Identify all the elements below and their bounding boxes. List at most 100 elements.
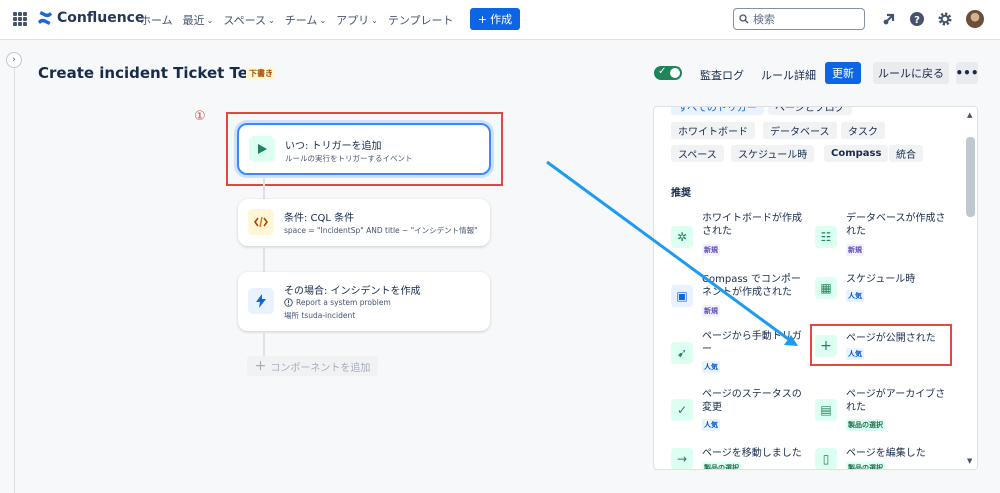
database-icon: ☷ [815,226,837,248]
nav-home[interactable]: ホーム [140,12,173,28]
condition-query: space = "IncidentSp" AND title ~ "インシデント… [284,226,478,235]
condition-card[interactable]: 条件: CQL 条件 space = "IncidentSp" AND titl… [238,199,490,246]
tile-label: ページを編集した [846,448,926,459]
annotation-highlight-box [810,324,952,366]
nav-apps[interactable]: アプリ ⌄ [336,12,378,28]
plus-icon: + [254,358,267,374]
archive-icon: ▤ [815,399,837,421]
document-icon: ▯ [815,448,837,469]
tile-label: スケジュール時 [846,274,916,285]
help-icon[interactable]: ? [908,10,926,28]
nav-spaces-label: スペース [223,14,267,27]
tile-compass-component-created[interactable]: ▣ Compass でコンポーネントが作成された 新規 [671,273,806,321]
action-location: 場所 tsuda-incident [284,311,356,320]
code-icon [248,209,274,235]
action-card[interactable]: その場合: インシデントを作成 Report a system problem … [238,272,490,331]
tag-popular: 人気 [702,361,720,373]
action-detail-row: Report a system problem [284,298,391,307]
check-icon: ✓ [658,66,667,77]
whiteboard-icon: ✲ [671,226,693,248]
chevron-down-icon: ⌄ [319,15,327,25]
filter-chip-whiteboard[interactable]: ホワイトボード [671,122,755,139]
trigger-title: いつ: トリガーを追加 [285,141,382,152]
nav-teams[interactable]: チーム ⌄ [285,12,326,28]
scrollbar-thumb[interactable] [966,137,975,217]
nav-recent[interactable]: 最近 ⌄ [183,12,214,28]
rule-details-link[interactable]: ルール詳細 [761,67,816,83]
tile-manual-trigger-from-page[interactable]: ➹ ページから手動トリガー 人気 [671,330,806,378]
cursor-click-icon: ➹ [671,342,693,364]
play-icon [249,136,275,162]
action-title: その場合: インシデントを作成 [284,286,421,297]
tile-whiteboard-created[interactable]: ✲ ホワイトボードが作成された 新規 [671,212,802,260]
filter-chip-integrations[interactable]: 統合 [889,145,923,162]
tile-label: ページがアーカイブされた [846,389,946,413]
tile-page-moved[interactable]: → ページを移動しました 製品の選択 [671,445,806,469]
nav-templates[interactable]: テンプレート [388,12,454,28]
action-request-type: Report a system problem [296,298,391,307]
top-navigation: Confluence ホーム 最近 ⌄ スペース ⌄ チーム ⌄ アプリ ⌄ テンプレー… [0,0,1000,40]
filter-chip-database[interactable]: データベース [763,122,837,139]
tile-page-status-changed[interactable]: ✓ ページのステータスの変更 人気 [671,388,806,436]
create-button[interactable]: + 作成 [470,8,520,30]
flow-connector [263,177,265,199]
tag-product-choice: 製品の選択 [846,419,885,431]
tag-popular: 人気 [846,290,864,302]
tag-product-choice: 製品の選択 [702,462,741,469]
tile-scheduled[interactable]: ▦ スケジュール時 人気 [815,273,955,321]
chevron-down-icon: ⌄ [206,15,214,25]
app-switcher-icon[interactable] [13,12,27,26]
confluence-logo[interactable]: Confluence [37,10,144,26]
trigger-picker-panel: すべてのトリガー ページとブログ ホワイトボード データベース タスク スペース… [653,106,978,470]
update-button[interactable]: 更新 [825,62,861,84]
tile-label: データベースが作成された [846,213,946,237]
flow-connector [263,331,265,356]
info-icon [284,298,293,307]
flow-connector [263,246,265,272]
notifications-icon[interactable] [880,10,898,28]
tag-new: 新規 [846,244,864,256]
back-to-rules-button[interactable]: ルールに戻る [873,62,949,84]
svg-text:?: ? [914,15,920,26]
brand-name: Confluence [57,10,145,26]
add-component-button[interactable]: + コンポーネントを追加 [247,356,378,376]
rule-enabled-toggle[interactable]: ✓ [654,66,682,80]
more-options-icon[interactable]: ••• [956,62,979,84]
search-placeholder: 検索 [753,13,775,26]
tile-label: ページを移動しました [702,448,802,459]
tile-label: Compass でコンポーネントが作成された [702,274,801,298]
tile-label: ページのステータスの変更 [702,389,802,413]
nav-templates-label: テンプレート [387,14,454,27]
filter-chip-compass[interactable]: Compass [824,145,889,162]
scroll-down-icon[interactable]: ▼ [967,457,972,465]
tag-new: 新規 [702,244,720,256]
tile-database-created[interactable]: ☷ データベースが作成された 新規 [815,212,955,260]
tile-page-archived[interactable]: ▤ ページがアーカイブされた 製品の選択 [815,388,955,436]
arrow-right-icon: → [671,448,693,469]
search-icon [739,14,749,24]
search-input[interactable]: 検索 [733,8,865,30]
tile-page-edited[interactable]: ▯ ページを編集した 製品の選択 [815,445,955,469]
filter-chip-schedule[interactable]: スケジュール時 [731,145,815,162]
filter-chip-all[interactable]: すべてのトリガー [671,107,764,115]
filter-chip-space[interactable]: スペース [671,145,724,162]
nav-home-label: ホーム [140,14,173,27]
rule-title[interactable]: Create incident Ticket Test [38,64,264,82]
nav-spaces[interactable]: スペース ⌄ [223,12,274,28]
tag-product-choice: 製品の選択 [846,462,885,469]
expand-sidebar-chevron-icon[interactable]: › [6,52,22,68]
nav-teams-label: チーム [284,14,318,27]
settings-gear-icon[interactable] [936,10,954,28]
step-annotation: ① [194,109,206,124]
condition-title: 条件: CQL 条件 [284,213,355,224]
compass-icon: ▣ [671,285,693,307]
filter-chip-tasks[interactable]: タスク [841,122,885,139]
trigger-card[interactable]: いつ: トリガーを追加 ルールの実行をトリガーするイベント [237,123,491,175]
audit-log-link[interactable]: 監査ログ [700,67,744,83]
filter-chip-pages[interactable]: ページとブログ [768,107,852,115]
toggle-knob [670,68,680,78]
scroll-up-icon[interactable]: ▲ [967,111,972,119]
calendar-icon: ▦ [815,277,837,299]
tag-popular: 人気 [702,419,720,431]
user-avatar[interactable] [966,10,984,28]
